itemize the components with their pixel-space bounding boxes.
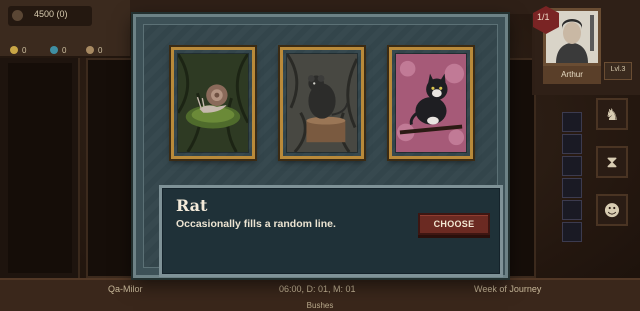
coin-icon bbox=[10, 46, 18, 54]
gold-value: 4500 (0) bbox=[34, 9, 68, 19]
resource-value: 0 bbox=[22, 45, 27, 55]
cat-card[interactable] bbox=[389, 47, 473, 159]
resource-value: 0 bbox=[98, 45, 103, 55]
card-choice-modal: Rat Occasionally fills a random line. CH… bbox=[133, 14, 508, 278]
card-description-panel: Rat Occasionally fills a random line. CH… bbox=[159, 185, 503, 277]
horse-icon: ♞ bbox=[604, 104, 620, 124]
resource-item-coin: 0 bbox=[10, 44, 26, 56]
lives-text: 1/1 bbox=[537, 12, 550, 22]
snail-card[interactable] bbox=[171, 47, 255, 159]
left-column bbox=[0, 55, 80, 280]
gold-display: 4500 (0) bbox=[8, 6, 92, 26]
top-strip bbox=[130, 0, 540, 14]
snail-icon bbox=[178, 54, 248, 152]
gold-icon bbox=[12, 10, 23, 21]
card-description: Occasionally fills a random line. bbox=[176, 218, 336, 230]
time-label: 06:00, D: 01, M: 01 bbox=[279, 284, 356, 294]
hourglass-icon: ⧗ bbox=[606, 152, 618, 171]
resource-panel: 4500 (0) 0 0 0 bbox=[0, 0, 130, 58]
inventory-slot[interactable] bbox=[562, 222, 582, 242]
gem-icon bbox=[50, 46, 58, 54]
cat-icon bbox=[396, 54, 466, 152]
rat-icon bbox=[287, 54, 357, 152]
card-title: Rat bbox=[176, 196, 208, 215]
rat-card[interactable] bbox=[280, 47, 364, 159]
player-name: Arthur bbox=[561, 70, 583, 79]
choose-button[interactable]: CHOOSE bbox=[418, 213, 490, 235]
resource-icon bbox=[86, 46, 94, 54]
character-icon: ☻ bbox=[603, 200, 621, 220]
hourglass-button[interactable]: ⧗ bbox=[596, 146, 628, 178]
inventory-slot[interactable] bbox=[562, 200, 582, 220]
horse-button[interactable]: ♞ bbox=[596, 98, 628, 130]
resource-value: 0 bbox=[62, 45, 67, 55]
inventory-slot[interactable] bbox=[562, 156, 582, 176]
player-level: Lvl.3 bbox=[610, 66, 626, 73]
character-button[interactable]: ☻ bbox=[596, 194, 628, 226]
inventory-slot[interactable] bbox=[562, 134, 582, 154]
terrain-label: Bushes bbox=[306, 301, 334, 310]
resource-item-other: 0 bbox=[86, 44, 102, 56]
inventory-slot[interactable] bbox=[562, 178, 582, 198]
resource-item-gem: 0 bbox=[50, 44, 66, 56]
week-label: Week of Journey bbox=[474, 284, 542, 294]
modal-body: Rat Occasionally fills a random line. CH… bbox=[143, 24, 503, 277]
inventory-slot[interactable] bbox=[562, 112, 582, 132]
location-label: Qa-Milor bbox=[108, 284, 143, 294]
